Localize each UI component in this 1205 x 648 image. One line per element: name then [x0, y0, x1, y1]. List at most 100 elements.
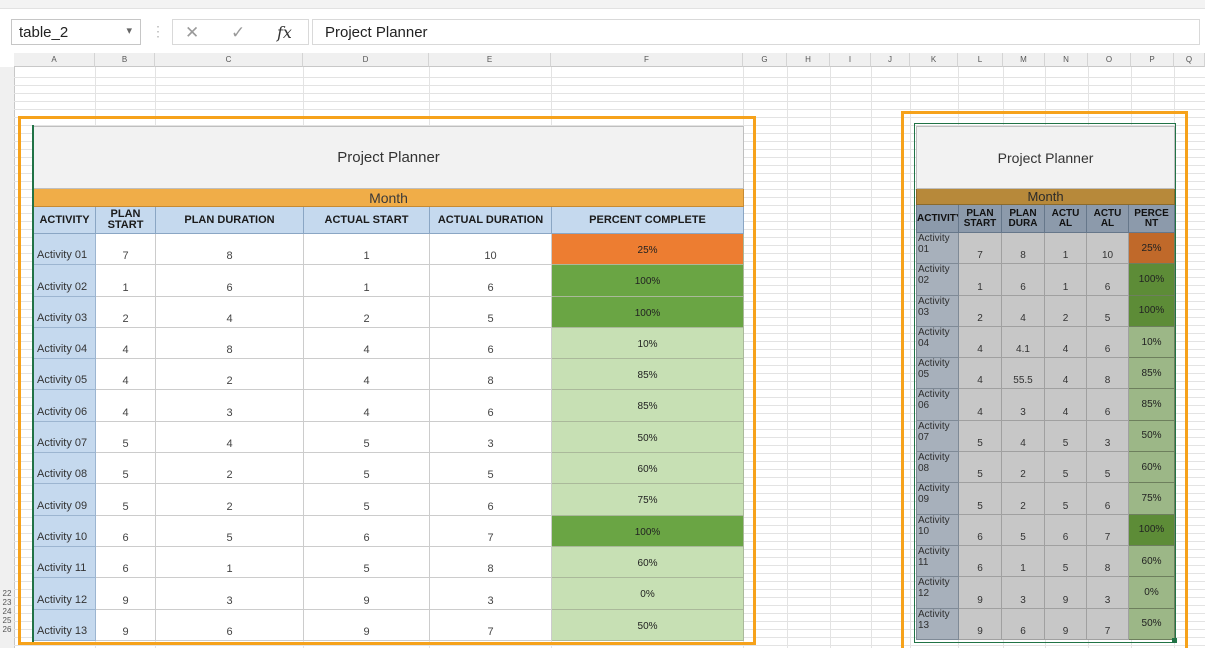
actual-start-cell[interactable]: 1: [303, 232, 430, 266]
column-header[interactable]: J: [871, 53, 910, 67]
plan-start-cell[interactable]: 5: [95, 420, 156, 454]
activity-cell[interactable]: Activity 12: [33, 577, 96, 610]
cancel-icon[interactable]: ✕: [185, 23, 199, 43]
plan-start-cell[interactable]: 4: [95, 326, 156, 360]
month-header[interactable]: Month: [32, 188, 745, 207]
activity-cell[interactable]: Activity 08: [33, 452, 96, 485]
column-header[interactable]: D: [303, 53, 429, 67]
column-heading[interactable]: ACTIVITY: [33, 206, 96, 234]
actual-duration-cell[interactable]: 8: [429, 358, 552, 391]
actual-start-cell[interactable]: 5: [303, 545, 430, 579]
actual-start-cell[interactable]: 5: [303, 420, 430, 454]
actual-duration-cell[interactable]: 3: [429, 577, 552, 610]
actual-start-cell[interactable]: 1: [303, 264, 430, 297]
actual-start-cell[interactable]: 6: [303, 514, 430, 547]
percent-complete-cell[interactable]: 10%: [550, 326, 745, 360]
fill-handle[interactable]: [1172, 638, 1177, 643]
column-header[interactable]: P: [1131, 53, 1174, 67]
activity-cell[interactable]: Activity 03: [33, 295, 96, 328]
actual-duration-cell[interactable]: 10: [429, 232, 552, 266]
percent-complete-cell[interactable]: 100%: [550, 514, 745, 547]
plan-duration-cell[interactable]: 2: [155, 358, 304, 391]
row-header[interactable]: 26: [0, 626, 14, 634]
column-header[interactable]: A: [14, 53, 95, 67]
plan-start-cell[interactable]: 9: [95, 577, 156, 610]
plan-duration-cell[interactable]: 4: [155, 420, 304, 454]
plan-duration-cell[interactable]: 3: [155, 577, 304, 610]
plan-start-cell[interactable]: 2: [95, 295, 156, 328]
activity-cell[interactable]: Activity 11: [33, 545, 96, 579]
actual-start-cell[interactable]: 5: [303, 483, 430, 516]
formula-input[interactable]: Project Planner: [312, 19, 1200, 45]
actual-duration-cell[interactable]: 6: [429, 264, 552, 297]
column-header[interactable]: N: [1045, 53, 1088, 67]
percent-complete-cell[interactable]: 25%: [550, 232, 745, 266]
actual-duration-cell[interactable]: 5: [429, 452, 552, 485]
actual-duration-cell[interactable]: 7: [429, 608, 552, 641]
actual-start-cell[interactable]: 4: [303, 358, 430, 391]
percent-complete-cell[interactable]: 50%: [550, 608, 745, 641]
column-heading[interactable]: ACTUAL START: [303, 206, 430, 234]
name-box[interactable]: table_2 ▾: [11, 19, 141, 45]
percent-complete-cell[interactable]: 85%: [550, 389, 745, 422]
column-header[interactable]: K: [910, 53, 958, 67]
plan-start-cell[interactable]: 4: [95, 389, 156, 422]
plan-start-cell[interactable]: 7: [95, 232, 156, 266]
actual-start-cell[interactable]: 4: [303, 326, 430, 360]
percent-complete-cell[interactable]: 100%: [550, 295, 745, 328]
plan-duration-cell[interactable]: 8: [155, 326, 304, 360]
plan-duration-cell[interactable]: 2: [155, 452, 304, 485]
actual-start-cell[interactable]: 4: [303, 389, 430, 422]
actual-duration-cell[interactable]: 6: [429, 326, 552, 360]
column-header[interactable]: L: [958, 53, 1003, 67]
actual-start-cell[interactable]: 9: [303, 577, 430, 610]
plan-start-cell[interactable]: 4: [95, 358, 156, 391]
column-header[interactable]: I: [830, 53, 871, 67]
column-header[interactable]: G: [743, 53, 787, 67]
activity-cell[interactable]: Activity 01: [33, 232, 96, 266]
activity-cell[interactable]: Activity 07: [33, 420, 96, 454]
enter-check-icon[interactable]: ✓: [231, 23, 245, 43]
row-header[interactable]: 22: [0, 590, 14, 598]
more-options-icon[interactable]: ⋮: [151, 23, 165, 40]
actual-duration-cell[interactable]: 7: [429, 514, 552, 547]
actual-duration-cell[interactable]: 6: [429, 389, 552, 422]
percent-complete-cell[interactable]: 50%: [550, 420, 745, 454]
column-header[interactable]: M: [1003, 53, 1045, 67]
column-header[interactable]: H: [787, 53, 830, 67]
row-header[interactable]: 23: [0, 599, 14, 607]
actual-duration-cell[interactable]: 3: [429, 420, 552, 454]
plan-start-cell[interactable]: 6: [95, 514, 156, 547]
column-header[interactable]: B: [95, 53, 155, 67]
percent-complete-cell[interactable]: 100%: [550, 264, 745, 297]
actual-start-cell[interactable]: 9: [303, 608, 430, 641]
row-header[interactable]: 24: [0, 608, 14, 616]
planner-title[interactable]: Project Planner: [32, 126, 745, 189]
plan-duration-cell[interactable]: 3: [155, 389, 304, 422]
column-header[interactable]: F: [551, 53, 743, 67]
plan-duration-cell[interactable]: 1: [155, 545, 304, 579]
actual-start-cell[interactable]: 2: [303, 295, 430, 328]
actual-start-cell[interactable]: 5: [303, 452, 430, 485]
activity-cell[interactable]: Activity 09: [33, 483, 96, 516]
column-heading[interactable]: PLAN START: [95, 206, 156, 234]
column-header[interactable]: O: [1088, 53, 1131, 67]
column-header[interactable]: Q: [1174, 53, 1205, 67]
activity-cell[interactable]: Activity 04: [33, 326, 96, 360]
column-heading[interactable]: PERCENT COMPLETE: [550, 206, 745, 234]
plan-start-cell[interactable]: 5: [95, 483, 156, 516]
plan-duration-cell[interactable]: 8: [155, 232, 304, 266]
plan-start-cell[interactable]: 1: [95, 264, 156, 297]
actual-duration-cell[interactable]: 5: [429, 295, 552, 328]
plan-start-cell[interactable]: 9: [95, 608, 156, 641]
actual-duration-cell[interactable]: 8: [429, 545, 552, 579]
percent-complete-cell[interactable]: 60%: [550, 545, 745, 579]
actual-duration-cell[interactable]: 6: [429, 483, 552, 516]
chevron-down-icon[interactable]: ▾: [126, 24, 132, 37]
row-header[interactable]: 25: [0, 617, 14, 625]
activity-cell[interactable]: Activity 05: [33, 358, 96, 391]
column-header[interactable]: E: [429, 53, 551, 67]
plan-start-cell[interactable]: 6: [95, 545, 156, 579]
column-heading[interactable]: ACTUAL DURATION: [429, 206, 552, 234]
activity-cell[interactable]: Activity 13: [33, 608, 96, 641]
